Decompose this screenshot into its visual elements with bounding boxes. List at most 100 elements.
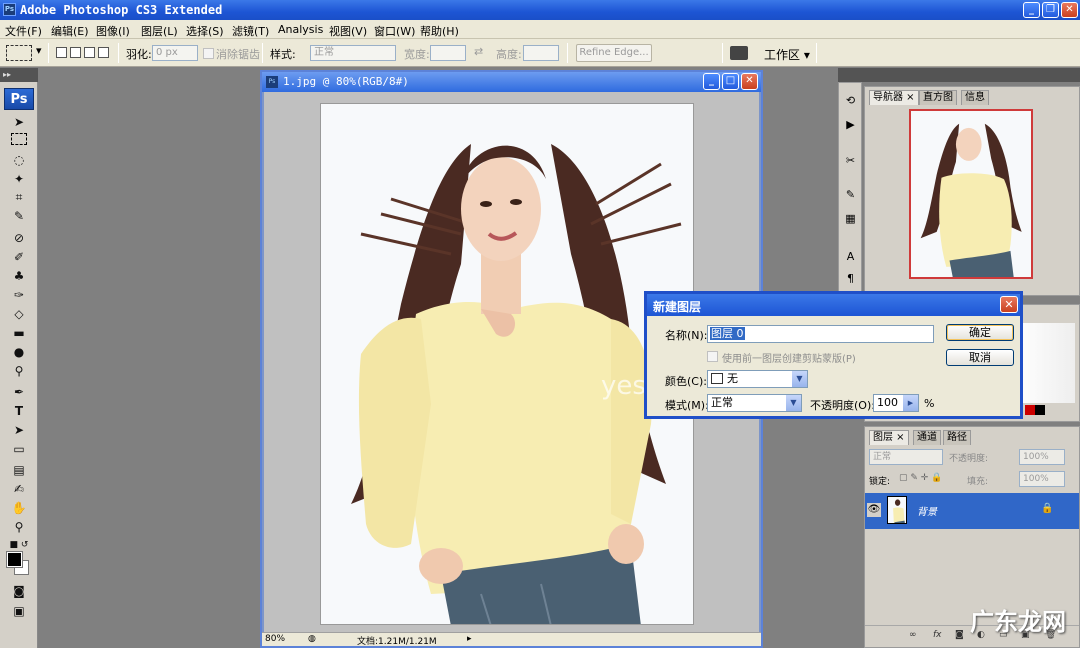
blend-mode-select[interactable]: 正常 bbox=[869, 449, 943, 465]
hand-tool-icon[interactable]: ✋ bbox=[9, 500, 29, 516]
path-selection-icon[interactable]: ➤ bbox=[9, 422, 29, 438]
navigator-thumbnail[interactable] bbox=[909, 109, 1033, 279]
minimize-button[interactable]: _ bbox=[1023, 2, 1040, 18]
menu-help[interactable]: 帮助(H) bbox=[420, 23, 459, 39]
shape-tool-icon[interactable]: ▭ bbox=[9, 441, 29, 457]
menu-window[interactable]: 窗口(W) bbox=[374, 23, 415, 39]
refine-edge-button[interactable]: Refine Edge... bbox=[576, 44, 652, 62]
add-selection-icon[interactable] bbox=[70, 47, 81, 58]
crop-tool-icon[interactable]: ⌗ bbox=[9, 189, 29, 205]
foreground-color-swatch[interactable] bbox=[6, 551, 23, 568]
clipping-mask-checkbox[interactable] bbox=[707, 351, 718, 362]
brush-tool-icon[interactable]: ✐ bbox=[9, 249, 29, 265]
preset-dropdown-icon[interactable]: ▾ bbox=[36, 44, 42, 57]
marquee-tool-preset-icon[interactable] bbox=[6, 45, 32, 61]
swap-dimensions-icon[interactable]: ⇄ bbox=[474, 45, 483, 58]
lasso-tool-icon[interactable]: ◌ bbox=[9, 152, 29, 168]
icon-strip-header[interactable] bbox=[838, 68, 862, 82]
clone-stamp-icon[interactable]: ♣ bbox=[9, 268, 29, 284]
status-menu-icon[interactable]: ◍ bbox=[308, 634, 316, 644]
palette-well-icon[interactable] bbox=[730, 46, 748, 60]
menu-file[interactable]: 文件(F) bbox=[5, 23, 42, 39]
style-select[interactable]: 正常 bbox=[310, 45, 396, 61]
tab-layers[interactable]: 图层 × bbox=[869, 430, 909, 445]
cancel-button[interactable]: 取消 bbox=[946, 349, 1014, 366]
move-tool-icon[interactable]: ➤ bbox=[9, 114, 29, 130]
doc-minimize-button[interactable]: _ bbox=[703, 73, 720, 90]
opacity-slider-arrow-icon[interactable]: ▶ bbox=[903, 395, 918, 411]
fill-input[interactable]: 100% bbox=[1019, 471, 1065, 487]
magic-wand-icon[interactable]: ✦ bbox=[9, 171, 29, 187]
layer-opacity-input[interactable]: 100% bbox=[1019, 449, 1065, 465]
panel-dock-header[interactable] bbox=[862, 68, 1080, 82]
doc-close-button[interactable]: ✕ bbox=[741, 73, 758, 90]
tools-presets-icon[interactable]: ✂ bbox=[842, 153, 859, 169]
document-title-bar[interactable]: Ps 1.jpg @ 80%(RGB/8#) _ □ ✕ bbox=[262, 72, 761, 92]
menu-view[interactable]: 视图(V) bbox=[329, 23, 367, 39]
fx-icon[interactable]: fx bbox=[933, 630, 942, 640]
toolbox-header[interactable]: ▸▸ bbox=[0, 68, 38, 82]
menu-select[interactable]: 选择(S) bbox=[186, 23, 224, 39]
ps-logo-icon[interactable]: Ps bbox=[4, 88, 34, 110]
brushes-panel-icon[interactable]: ✎ bbox=[842, 187, 859, 203]
eyedropper-tool-icon[interactable]: ✍ bbox=[9, 481, 29, 497]
intersect-selection-icon[interactable] bbox=[98, 47, 109, 58]
status-arrow-icon[interactable]: ▸ bbox=[467, 634, 472, 644]
restore-button[interactable]: ❐ bbox=[1042, 2, 1059, 18]
doc-maximize-button[interactable]: □ bbox=[722, 73, 739, 90]
feather-input[interactable]: 0 px bbox=[152, 45, 198, 61]
slice-tool-icon[interactable]: ✎ bbox=[9, 208, 29, 224]
gradient-tool-icon[interactable]: ▬ bbox=[9, 325, 29, 341]
color-swatch-red[interactable] bbox=[1025, 405, 1035, 415]
type-tool-icon[interactable]: T bbox=[9, 403, 29, 419]
menu-layer[interactable]: 图层(L) bbox=[141, 23, 178, 39]
menu-image[interactable]: 图像(I) bbox=[96, 23, 130, 39]
layer-row-background[interactable]: 👁 背景 🔒 bbox=[865, 493, 1079, 529]
zoom-level[interactable]: 80% bbox=[265, 634, 285, 644]
tab-info[interactable]: 信息 bbox=[961, 90, 989, 105]
healing-brush-icon[interactable]: ⊘ bbox=[9, 230, 29, 246]
marquee-tool-icon[interactable] bbox=[11, 133, 27, 145]
tab-channels[interactable]: 通道 bbox=[913, 430, 941, 445]
mode-select[interactable]: 正常 ▼ bbox=[707, 394, 802, 412]
actions-panel-icon[interactable]: ▶ bbox=[842, 117, 859, 133]
antialias-checkbox[interactable] bbox=[203, 48, 214, 59]
ok-button[interactable]: 确定 bbox=[946, 324, 1014, 341]
add-mask-icon[interactable]: ◙ bbox=[955, 630, 964, 640]
visibility-eye-icon[interactable]: 👁 bbox=[867, 503, 881, 517]
default-colors-icon[interactable]: ■ ↺ bbox=[9, 537, 29, 553]
chevron-down-icon[interactable]: ▼ bbox=[786, 395, 801, 411]
history-panel-icon[interactable]: ⟲ bbox=[842, 93, 859, 109]
subtract-selection-icon[interactable] bbox=[84, 47, 95, 58]
chevron-down-icon[interactable]: ▼ bbox=[792, 371, 807, 387]
paragraph-panel-icon[interactable]: ¶ bbox=[842, 271, 859, 287]
eraser-tool-icon[interactable]: ◇ bbox=[9, 306, 29, 322]
menu-filter[interactable]: 滤镜(T) bbox=[232, 23, 269, 39]
dialog-close-button[interactable]: ✕ bbox=[1000, 296, 1018, 313]
clone-source-icon[interactable]: ▦ bbox=[842, 211, 859, 227]
layer-name-input[interactable]: 图层 0 bbox=[707, 325, 934, 343]
close-button[interactable]: ✕ bbox=[1061, 2, 1078, 18]
notes-tool-icon[interactable]: ▤ bbox=[9, 462, 29, 478]
dialog-title-bar[interactable]: 新建图层 ✕ bbox=[647, 294, 1020, 316]
color-ramp[interactable] bbox=[1015, 323, 1075, 403]
color-swatch-black[interactable] bbox=[1035, 405, 1045, 415]
history-brush-icon[interactable]: ✑ bbox=[9, 287, 29, 303]
height-input[interactable] bbox=[523, 45, 559, 61]
screen-mode-icon[interactable]: ▣ bbox=[9, 603, 29, 619]
color-select[interactable]: 无 ▼ bbox=[707, 370, 808, 388]
blur-tool-icon[interactable]: ● bbox=[9, 344, 29, 360]
menu-analysis[interactable]: Analysis bbox=[278, 23, 323, 36]
dodge-tool-icon[interactable]: ⚲ bbox=[9, 363, 29, 379]
zoom-tool-icon[interactable]: ⚲ bbox=[9, 519, 29, 535]
tab-histogram[interactable]: 直方图 bbox=[919, 90, 957, 105]
quick-mask-icon[interactable]: ◙ bbox=[9, 583, 29, 599]
pen-tool-icon[interactable]: ✒ bbox=[9, 384, 29, 400]
link-layers-icon[interactable]: ∞ bbox=[909, 630, 917, 640]
width-input[interactable] bbox=[430, 45, 466, 61]
new-selection-icon[interactable] bbox=[56, 47, 67, 58]
workspace-menu[interactable]: 工作区 ▾ bbox=[764, 46, 810, 63]
character-panel-icon[interactable]: A bbox=[842, 249, 859, 265]
tab-navigator[interactable]: 导航器 × bbox=[869, 90, 919, 105]
lock-icons[interactable]: ▢ ✎ ✛ 🔒 bbox=[899, 473, 942, 483]
